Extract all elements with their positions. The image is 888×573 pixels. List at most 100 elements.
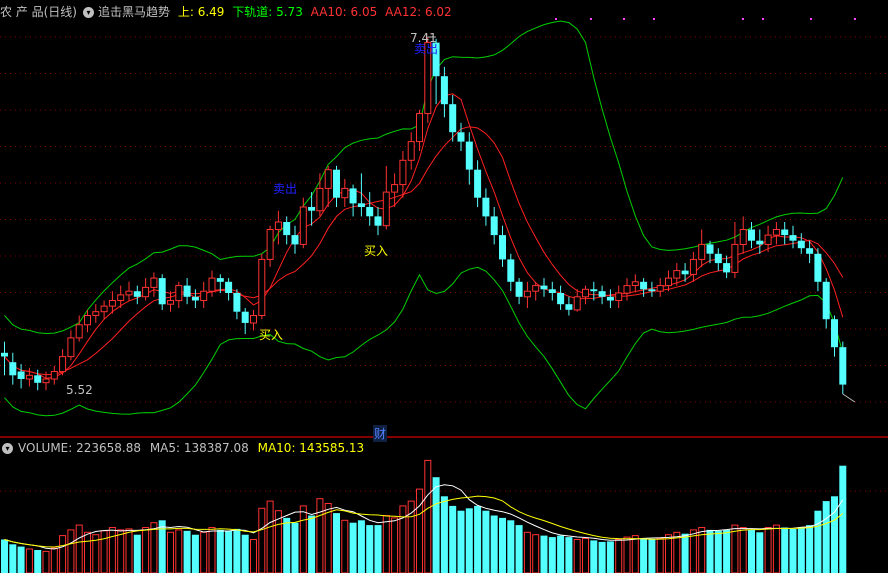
volume-bar [474, 505, 482, 573]
low-price-pointer [842, 393, 856, 403]
candle-body [706, 244, 714, 254]
candle-body [316, 187, 324, 212]
volume-bar [739, 527, 747, 573]
volume-bar [382, 515, 390, 573]
candle-body [673, 270, 681, 279]
event-marker [810, 18, 812, 20]
volume-bar [233, 528, 241, 573]
volume-bar [324, 503, 332, 573]
candle-body [565, 304, 573, 310]
sell-signal-label: 卖出 [414, 42, 439, 56]
volume-bar [565, 537, 573, 573]
volume-bar [200, 531, 208, 573]
indicator-name[interactable]: 追击黑马趋势 [98, 5, 170, 19]
volume-bar [67, 529, 75, 573]
volume-bar [183, 530, 191, 573]
event-marker [742, 18, 744, 20]
candle-body [640, 281, 648, 290]
candle-body [822, 281, 830, 320]
volume-bar [216, 529, 224, 573]
buy-signal-label: 买入 [364, 244, 389, 258]
candle-body [382, 191, 390, 227]
volume-bar [839, 465, 847, 573]
candle-body [523, 290, 531, 298]
volume-bar [167, 531, 174, 573]
candle-body [573, 296, 581, 311]
volume-bar [100, 530, 108, 573]
volume-bar [75, 524, 83, 573]
candle-body [1, 352, 8, 357]
event-marker [653, 18, 655, 20]
event-marker [854, 18, 856, 20]
volume-bar [108, 527, 116, 573]
volume-bar [59, 535, 67, 573]
candle-body [216, 278, 224, 282]
candle-body [250, 315, 257, 324]
candle-body [183, 285, 191, 297]
volume-value: VOLUME: 223658.88 [18, 441, 141, 455]
candle-body [474, 169, 482, 198]
candle-body [689, 258, 697, 275]
volume-bar [681, 533, 689, 573]
candle-body [797, 240, 805, 249]
candle-body [333, 169, 340, 198]
candle-body [59, 356, 67, 373]
candle-body [133, 291, 141, 297]
volume-bar [142, 527, 150, 573]
candle-body [681, 270, 689, 275]
volume-bar [764, 527, 772, 573]
candle-body [449, 104, 457, 133]
candle-body [723, 263, 731, 273]
candle-body [731, 243, 739, 273]
volume-bar [266, 500, 274, 573]
candle-body [416, 113, 423, 143]
lower-band-line [4, 266, 844, 417]
candle-body [208, 277, 216, 292]
sell-signal-label: 卖出 [273, 182, 298, 196]
candle-body [233, 293, 241, 312]
candle-body [67, 337, 75, 358]
candle-body [656, 285, 664, 292]
candle-body [665, 277, 672, 287]
volume-bar [208, 527, 216, 573]
aa12-line [4, 93, 844, 379]
candle-body [200, 290, 208, 302]
event-marker [762, 18, 764, 20]
price-header: 农 产 品(日线) ▾ 追击黑马趋势 上: 6.49 下轨道: 5.73 AA10:… [0, 3, 456, 21]
candle-body [698, 243, 706, 260]
volume-bar [606, 541, 614, 573]
candle-body [623, 285, 631, 294]
candle-body [631, 281, 639, 286]
volume-bar [34, 550, 42, 573]
volume-bar [523, 531, 531, 573]
candle-body [84, 315, 91, 326]
candle-body [714, 253, 722, 264]
candle-body [108, 300, 116, 307]
candle-body [241, 311, 249, 323]
candle-body [324, 169, 332, 189]
chart-canvas [0, 18, 888, 573]
candle-body [283, 222, 291, 236]
volume-bar [175, 529, 183, 573]
volume-bar [299, 505, 307, 573]
volume-bar [756, 532, 764, 573]
volume-settings-icon[interactable]: ▾ [2, 443, 13, 454]
volume-bar [598, 541, 606, 573]
volume-bar [283, 517, 291, 573]
low-price-label: 5.52 [66, 383, 93, 397]
upper-value: 上: 6.49 [177, 5, 225, 19]
financial-report-marker[interactable]: 财 [373, 425, 388, 442]
volume-bar [308, 515, 316, 573]
candle-body [490, 216, 498, 236]
settings-toggle-icon[interactable]: ▾ [83, 7, 94, 18]
candle-body [789, 235, 797, 241]
volume-bar [731, 524, 739, 573]
volume-bar [9, 544, 17, 573]
stock-title[interactable]: 农 产 品(日线) [0, 5, 77, 19]
volume-bar [225, 530, 233, 573]
candle-body [34, 375, 42, 383]
candle-body [42, 378, 50, 384]
stock-chart-window: 农 产 品(日线) ▾ 追击黑马趋势 上: 6.49 下轨道: 5.73 AA10:… [0, 0, 888, 573]
volume-bar [158, 520, 166, 573]
buy-signal-label: 买入 [259, 328, 284, 342]
